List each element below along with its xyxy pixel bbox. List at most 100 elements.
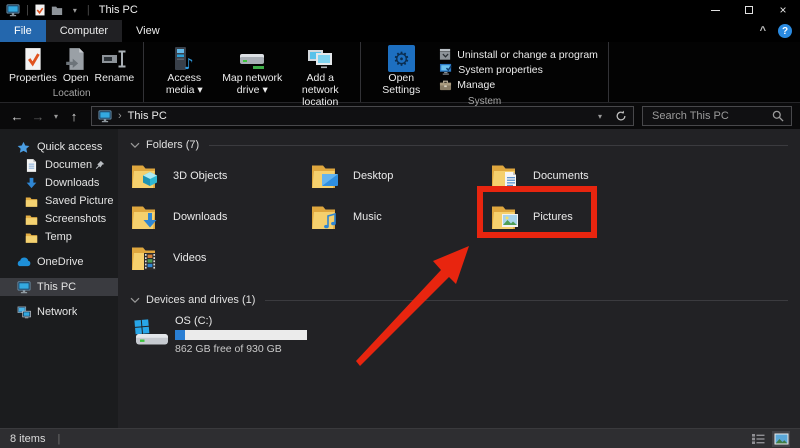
qat-separator: | — [26, 4, 29, 16]
details-view-button[interactable] — [749, 431, 767, 447]
thumbnail-view-button[interactable] — [772, 431, 790, 447]
history-dropdown-icon[interactable]: ▾ — [50, 112, 62, 121]
file-explorer-window: | ▾ | This PC × FileComputerView ^ ? Pro… — [0, 0, 800, 448]
ribbon-group-system: ⚙Open Settings Uninstall or change a prog… — [361, 42, 609, 102]
window-title: This PC — [99, 4, 138, 16]
sidebar-item-label: Documents — [45, 159, 92, 171]
chevron-down-icon[interactable] — [130, 297, 140, 304]
folder-tile-desktop[interactable]: Desktop — [310, 155, 482, 196]
folder-tile-label: Desktop — [353, 170, 393, 182]
qat-dropdown-icon[interactable]: ▾ — [69, 6, 81, 15]
forward-button[interactable]: → — [29, 109, 47, 124]
sidebar-item-screenshots[interactable]: Screenshots — [0, 210, 118, 228]
sidebar-item-downloads[interactable]: Downloads — [0, 174, 118, 192]
add-a-network-location-button[interactable]: Add a network location — [286, 45, 354, 108]
up-button[interactable]: ↑ — [65, 109, 83, 124]
search-input[interactable] — [650, 109, 772, 123]
sidebar-item-documents[interactable]: Documents — [0, 156, 118, 174]
close-button[interactable]: × — [766, 0, 800, 20]
sidebar-item-label: Temp — [45, 231, 72, 243]
sidebar-item-label: Downloads — [45, 177, 99, 189]
drive-info: OS (C:)862 GB free of 930 GB — [175, 315, 307, 355]
tab-computer[interactable]: Computer — [46, 20, 122, 42]
drive-tile-os-c[interactable]: OS (C:)862 GB free of 930 GB — [130, 315, 788, 355]
sidebar-item-this-pc[interactable]: This PC — [0, 278, 118, 296]
tab-view[interactable]: View — [122, 20, 174, 42]
uninstall-icon — [439, 48, 452, 61]
uninstall-or-change-a-program-button[interactable]: Uninstall or change a program — [439, 47, 598, 62]
computer-icon — [16, 281, 31, 294]
open-icon — [64, 45, 88, 72]
help-icon[interactable]: ? — [778, 24, 792, 38]
this-pc-icon — [6, 4, 20, 17]
this-pc-icon — [98, 110, 112, 123]
ribbon-group-location: PropertiesOpenRenameLocation — [0, 42, 144, 102]
sidebar-item-quick-access[interactable]: Quick access — [0, 138, 118, 156]
system-properties-button[interactable]: System properties — [439, 62, 598, 77]
drive-free-space: 862 GB free of 930 GB — [175, 343, 307, 355]
manage-icon — [439, 79, 452, 91]
folder-tile-3d-objects[interactable]: 3D Objects — [130, 155, 302, 196]
address-field[interactable]: › This PC ▾ — [91, 106, 634, 126]
maximize-button[interactable] — [732, 0, 766, 20]
access-media-icon: ♪ — [172, 45, 196, 72]
folder-tile-label: Music — [353, 211, 382, 223]
access-media-button[interactable]: ♪Access media ▾ — [150, 45, 218, 96]
folder-tile-downloads[interactable]: Downloads — [130, 196, 302, 237]
button-label: Map network drive ▾ — [221, 72, 283, 96]
new-folder-quick-icon[interactable] — [51, 5, 63, 16]
music-folder-icon — [310, 202, 346, 232]
folder-icon — [24, 214, 39, 225]
button-label: Open — [63, 72, 89, 84]
ribbon-group-network: ♪Access media ▾Map network drive ▾Add a … — [144, 42, 361, 102]
section-divider — [209, 145, 788, 146]
rename-button[interactable]: Rename — [92, 45, 138, 84]
folder-tile-documents[interactable]: Documents — [490, 155, 662, 196]
sidebar-item-network[interactable]: Network — [0, 303, 118, 321]
pin-icon — [92, 160, 107, 170]
sidebar-item-label: Quick access — [37, 141, 102, 153]
button-label: System properties — [458, 64, 543, 76]
folder-tile-label: Pictures — [533, 211, 573, 223]
section-header[interactable]: Folders (7) — [130, 135, 788, 155]
map-network-drive-button[interactable]: Map network drive ▾ — [218, 45, 286, 96]
minimize-button[interactable] — [698, 0, 732, 20]
sidebar-item-onedrive[interactable]: OneDrive — [0, 253, 118, 271]
3d-objects-folder-icon — [130, 161, 166, 191]
search-icon[interactable] — [772, 110, 784, 122]
pictures-folder-icon — [490, 202, 526, 232]
back-button[interactable]: ← — [8, 109, 26, 124]
folder-tile-videos[interactable]: Videos — [130, 237, 302, 278]
button-label: Access media ▾ — [153, 72, 215, 96]
refresh-icon[interactable] — [615, 110, 627, 122]
item-count: 8 items — [10, 433, 45, 445]
button-label: Add a network location — [289, 72, 351, 108]
folder-grid: 3D Objects Desktop Documents Downloads Music… — [130, 155, 788, 278]
properties-quick-icon[interactable] — [35, 4, 45, 16]
search-box[interactable] — [642, 106, 792, 126]
doc-icon — [24, 159, 39, 172]
sidebar-item-temp[interactable]: Temp — [0, 228, 118, 246]
folder-tile-pictures[interactable]: Pictures — [490, 196, 662, 237]
sidebar-item-label: Saved Pictures — [45, 195, 113, 207]
button-label: Manage — [457, 79, 495, 91]
sidebar-item-saved-pictures[interactable]: Saved Pictures — [0, 192, 118, 210]
section-folders-7: Folders (7)3D Objects Desktop Documents Dow… — [130, 135, 788, 278]
button-label: Rename — [95, 72, 135, 84]
breadcrumb[interactable]: This PC — [128, 110, 167, 122]
settings-icon: ⚙ — [388, 45, 415, 72]
collapse-ribbon-icon[interactable]: ^ — [760, 25, 766, 37]
add-network-icon — [306, 45, 334, 72]
manage-button[interactable]: Manage — [439, 77, 598, 92]
properties-button[interactable]: Properties — [6, 45, 60, 84]
tab-file[interactable]: File — [0, 20, 46, 42]
window-controls: × — [698, 0, 800, 20]
section-header[interactable]: Devices and drives (1) — [130, 290, 788, 310]
chevron-down-icon[interactable] — [130, 142, 140, 149]
sidebar-item-label: Network — [37, 306, 77, 318]
address-dropdown-icon[interactable]: ▾ — [594, 112, 606, 121]
folder-tile-music[interactable]: Music — [310, 196, 482, 237]
videos-folder-icon — [130, 243, 166, 273]
open-settings-button[interactable]: ⚙Open Settings — [367, 45, 435, 96]
open-button[interactable]: Open — [60, 45, 92, 84]
